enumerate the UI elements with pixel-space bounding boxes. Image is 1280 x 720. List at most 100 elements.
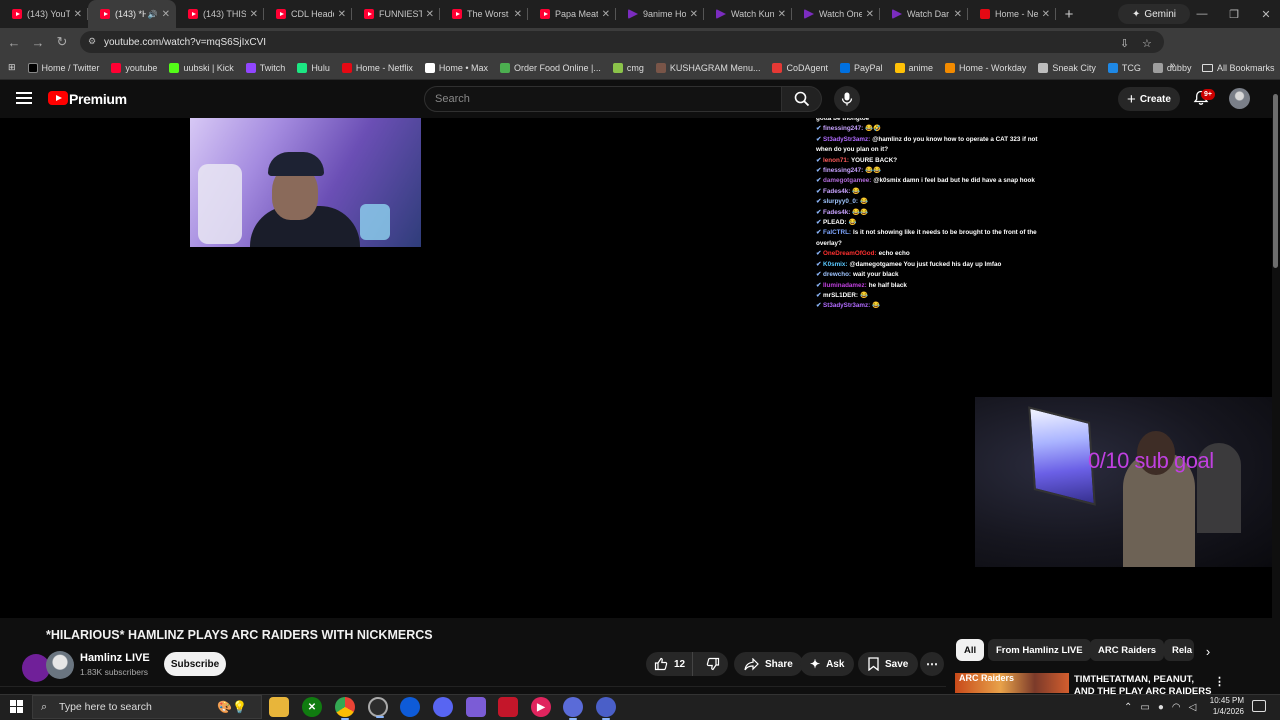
close-tab-icon[interactable]: ✕: [162, 9, 170, 20]
dislike-button[interactable]: [699, 657, 728, 671]
browser-tab[interactable]: (143) THIS ✕: [176, 0, 264, 28]
scrollbar-thumb[interactable]: [1273, 94, 1278, 268]
red-app-icon[interactable]: [498, 697, 518, 717]
youtube-logo[interactable]: [48, 91, 68, 105]
bookmark-item[interactable]: PayPal: [834, 56, 889, 80]
filter-chip[interactable]: All: [956, 639, 985, 661]
browser-tab[interactable]: (143) YouTube ✕: [0, 0, 88, 28]
close-tab-icon[interactable]: ✕: [338, 9, 346, 20]
recommendation-menu-icon[interactable]: ⋮: [1214, 675, 1225, 688]
new-tab-button[interactable]: +: [1056, 0, 1082, 28]
battlenet-icon[interactable]: [400, 697, 420, 717]
browser-tab[interactable]: The Worst ✕: [440, 0, 528, 28]
bookmark-item[interactable]: Home - Workday: [939, 56, 1032, 80]
windows-start-icon[interactable]: [10, 700, 23, 713]
obs-icon[interactable]: [368, 697, 388, 718]
close-tab-icon[interactable]: ✕: [602, 9, 610, 20]
restore-button[interactable]: ❐: [1218, 0, 1250, 28]
network-icon[interactable]: ▭: [1140, 702, 1149, 713]
bookmark-item[interactable]: Sneak City: [1032, 56, 1102, 80]
media-player-icon[interactable]: ▶: [531, 697, 551, 717]
channel-name[interactable]: Hamlinz LIVE: [80, 652, 150, 664]
bookmark-item[interactable]: Home / Twitter: [22, 56, 106, 80]
more-bookmarks-icon[interactable]: »: [1170, 60, 1176, 71]
bookmark-item[interactable]: Hulu: [291, 56, 336, 80]
close-tab-icon[interactable]: ✕: [514, 9, 522, 20]
voice-search-button[interactable]: [834, 86, 860, 112]
bookmark-item[interactable]: uubski | Kick: [163, 56, 239, 80]
file-explorer-icon[interactable]: [269, 697, 289, 717]
browser-tab[interactable]: Home - Ne ✕: [968, 0, 1056, 28]
bookmark-item[interactable]: Order Food Online |...: [494, 56, 607, 80]
close-tab-icon[interactable]: ✕: [954, 9, 962, 20]
video-player[interactable]: gotta be thongtoe ✔ finessing247: 😂🤣 ✔ St3a…: [0, 118, 1272, 618]
close-tab-icon[interactable]: ✕: [74, 9, 82, 20]
browser-tab[interactable]: 9anime Ho ✕: [616, 0, 704, 28]
chrome-icon[interactable]: [335, 697, 355, 720]
bookmark-item[interactable]: KUSHAGRAM Menu...: [650, 56, 767, 80]
bookmark-item[interactable]: Twitch: [240, 56, 292, 80]
close-tab-icon[interactable]: ✕: [426, 9, 434, 20]
bookmark-item[interactable]: cmg: [607, 56, 650, 80]
close-tab-icon[interactable]: ✕: [778, 9, 786, 20]
bookmark-item[interactable]: CoDAgent: [766, 56, 834, 80]
game-controller-icon[interactable]: [466, 697, 486, 717]
browser-tab[interactable]: FUNNIEST ✕: [352, 0, 440, 28]
bookmark-item[interactable]: anime: [889, 56, 940, 80]
filter-chip[interactable]: ARC Raiders: [1090, 639, 1165, 661]
browser-tab[interactable]: (143) *HILARIOUS*🔊 ✕: [88, 0, 176, 28]
bookmark-item[interactable]: youtube: [105, 56, 163, 80]
account-avatar[interactable]: [1229, 88, 1250, 109]
guide-menu-icon[interactable]: [16, 92, 32, 104]
filter-chip[interactable]: From Hamlinz LIVE: [988, 639, 1091, 661]
search-input[interactable]: Search: [424, 86, 782, 112]
close-window-button[interactable]: ✕: [1250, 0, 1280, 28]
search-button[interactable]: [782, 86, 822, 112]
site-info-icon[interactable]: ⚙: [88, 36, 98, 46]
discord-icon[interactable]: [433, 697, 453, 717]
filter-chip[interactable]: Rela: [1164, 639, 1194, 661]
app-icon-2[interactable]: [596, 697, 616, 720]
like-button[interactable]: 12: [646, 652, 693, 676]
app-icon[interactable]: [563, 697, 583, 720]
ask-button[interactable]: ✦ Ask: [800, 652, 855, 676]
browser-tab[interactable]: Papa Meat ✕: [528, 0, 616, 28]
chevron-up-icon[interactable]: ⌃: [1124, 702, 1132, 713]
wifi-icon[interactable]: ◠: [1172, 702, 1181, 713]
minimize-button[interactable]: —: [1186, 0, 1218, 28]
widgets-icon[interactable]: 🎨💡: [214, 697, 250, 717]
more-actions-icon[interactable]: ⋯: [920, 652, 944, 676]
reload-icon[interactable]: ↻: [50, 30, 74, 54]
recommendation-thumbnail[interactable]: ARC Raiders: [955, 673, 1069, 693]
bookmark-item[interactable]: Home - Netflix: [336, 56, 419, 80]
recommendation-title[interactable]: TIMTHETATMAN, PEANUT, AND THE PLAY ARC R…: [1074, 674, 1214, 694]
back-icon[interactable]: ←: [2, 30, 26, 54]
install-app-icon[interactable]: ⇩: [1120, 37, 1129, 50]
subscribe-button[interactable]: Subscribe: [164, 652, 226, 676]
create-button[interactable]: + Create: [1118, 87, 1180, 111]
share-button[interactable]: Share: [734, 652, 803, 676]
browser-tab[interactable]: Watch Dar ✕: [880, 0, 968, 28]
close-tab-icon[interactable]: ✕: [1042, 9, 1050, 20]
audio-playing-icon[interactable]: 🔊: [148, 10, 158, 19]
close-tab-icon[interactable]: ✕: [866, 9, 874, 20]
chevron-right-icon[interactable]: ›: [1198, 641, 1218, 661]
bookmark-item[interactable]: TCG: [1102, 56, 1147, 80]
xbox-icon[interactable]: ✕: [302, 697, 322, 717]
mic-tray-icon[interactable]: ●: [1158, 702, 1164, 713]
gemini-button[interactable]: ✦ Gemini: [1118, 4, 1190, 24]
bookmark-star-icon[interactable]: ☆: [1142, 37, 1152, 50]
close-tab-icon[interactable]: ✕: [250, 9, 258, 20]
apps-icon[interactable]: ⊞: [0, 56, 22, 80]
browser-tab[interactable]: Watch Kun ✕: [704, 0, 792, 28]
taskbar-clock[interactable]: 10:45 PM 1/4/2026: [1196, 695, 1244, 717]
forward-icon[interactable]: →: [26, 30, 50, 54]
address-bar[interactable]: ⚙ youtube.com/watch?v=mqS6SjIxCVI ⇩ ☆: [80, 31, 1164, 53]
save-button[interactable]: Save: [858, 652, 919, 676]
browser-tab[interactable]: CDL Headq ✕: [264, 0, 352, 28]
channel-avatar[interactable]: [46, 651, 74, 679]
close-tab-icon[interactable]: ✕: [690, 9, 698, 20]
all-bookmarks[interactable]: All Bookmarks: [1202, 56, 1275, 80]
youtube-premium-label[interactable]: Premium: [69, 91, 127, 107]
bookmark-item[interactable]: Home • Max: [419, 56, 494, 80]
